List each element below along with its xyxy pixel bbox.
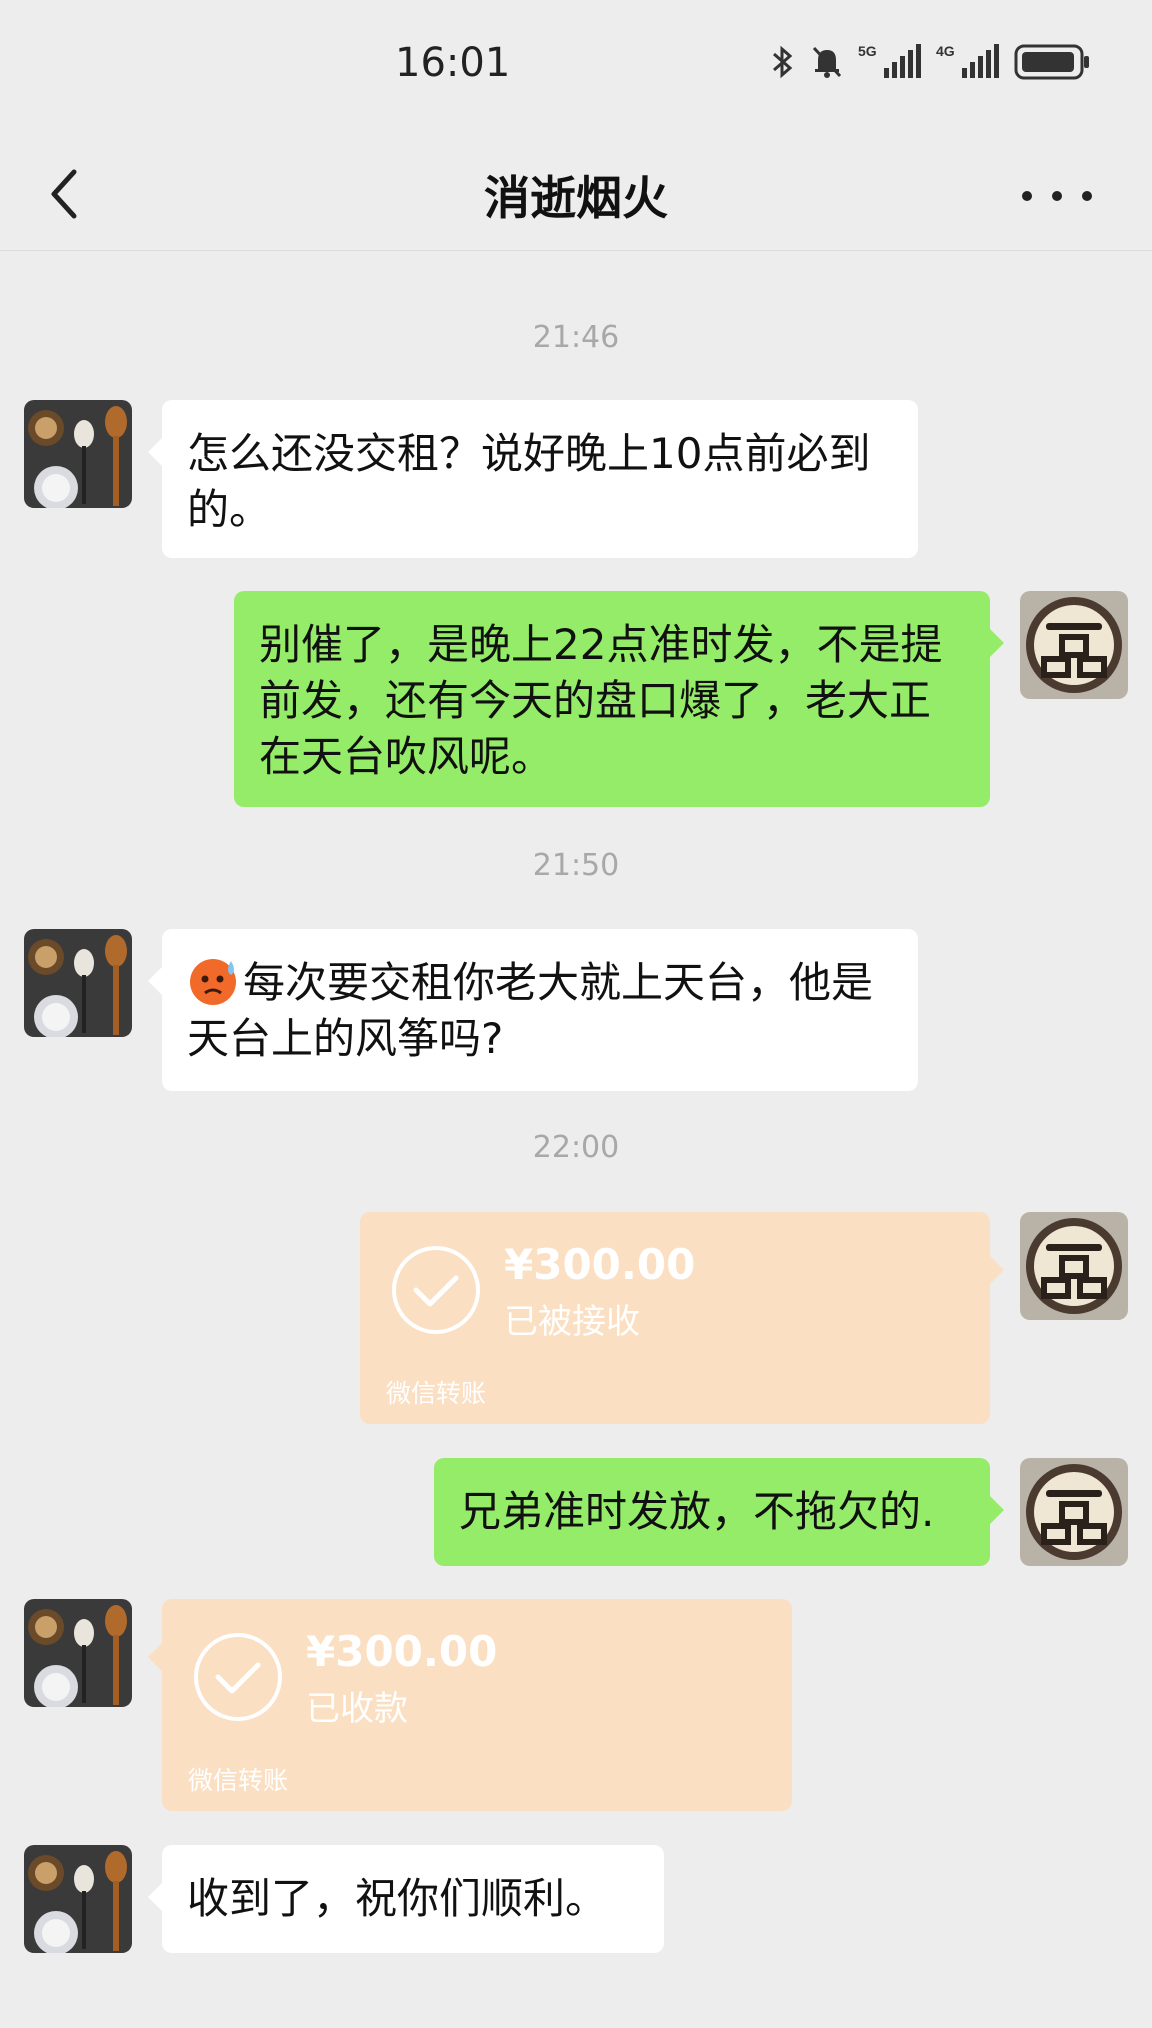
status-bar: 16:01 5G 4G	[0, 0, 1152, 140]
seal-logo-icon	[1020, 1458, 1128, 1566]
message-bubble-incoming[interactable]: 每次要交租你老大就上天台，他是天台上的风筝吗?	[148, 929, 918, 1091]
message-text: 怎么还没交租？说好晚上10点前必到的。	[187, 429, 871, 534]
contact-avatar[interactable]	[24, 1845, 132, 1953]
transfer-label: 微信转账	[188, 1766, 289, 1795]
transfer-amount: ¥300.00	[504, 1240, 696, 1289]
contact-avatar[interactable]	[24, 929, 132, 1037]
message-text: 兄弟准时发放，不拖欠的.	[459, 1487, 935, 1536]
message-bubble-incoming[interactable]: 怎么还没交租？说好晚上10点前必到的。	[148, 400, 918, 558]
my-avatar[interactable]	[1020, 1458, 1128, 1566]
spoons-photo-icon	[24, 929, 132, 1037]
message-text: 收到了，祝你们顺利。	[187, 1874, 608, 1923]
spoons-photo-icon	[24, 1599, 132, 1707]
svg-text:4G: 4G	[936, 43, 955, 59]
timestamp: 22:00	[532, 1130, 620, 1165]
anxious-sweat-face-emoji	[190, 959, 236, 1005]
status-time: 16:01	[395, 40, 511, 86]
chat-title[interactable]: 消逝烟火	[0, 162, 1152, 228]
message-bubble-outgoing[interactable]: 别催了，是晚上22点准时发，不是提前发，还有今天的盘口爆了，老大正在天台吹风呢。	[234, 591, 1004, 807]
seal-logo-icon	[1020, 591, 1128, 699]
battery-icon	[1014, 44, 1089, 80]
signal-4g-icon: 4G	[936, 43, 999, 78]
contact-avatar[interactable]	[24, 400, 132, 508]
my-avatar[interactable]	[1020, 1212, 1128, 1320]
transfer-card-outgoing[interactable]: ¥300.00 已被接收 微信转账	[360, 1212, 1004, 1424]
transfer-label: 微信转账	[386, 1379, 487, 1408]
mute-bell-icon	[812, 46, 842, 78]
my-avatar[interactable]	[1020, 591, 1128, 699]
bluetooth-icon	[773, 45, 793, 79]
contact-avatar[interactable]	[24, 1599, 132, 1707]
message-bubble-incoming[interactable]: 收到了，祝你们顺利。	[148, 1845, 664, 1953]
svg-text:5G: 5G	[858, 43, 877, 59]
spoons-photo-icon	[24, 400, 132, 508]
check-circle-icon	[392, 1246, 480, 1334]
transfer-status: 已被接收	[504, 1302, 640, 1342]
more-dots-icon[interactable]	[1012, 176, 1102, 216]
message-text: 别催了，是晚上22点准时发，不是提前发，还有今天的盘口爆了，老大正在天台吹风呢。	[259, 620, 943, 781]
signal-5g-icon: 5G	[858, 43, 921, 78]
transfer-status: 已收款	[306, 1689, 408, 1729]
spoons-photo-icon	[24, 1845, 132, 1953]
status-icons: 5G 4G	[770, 42, 1092, 82]
check-circle-icon	[194, 1633, 282, 1721]
chat-header: 消逝烟火	[0, 140, 1152, 251]
transfer-card-incoming[interactable]: ¥300.00 已收款 微信转账	[148, 1599, 792, 1811]
message-bubble-outgoing[interactable]: 兄弟准时发放，不拖欠的.	[434, 1458, 1004, 1566]
message-text: 每次要交租你老大就上天台，他是天台上的风筝吗?	[187, 958, 874, 1063]
timestamp: 21:46	[532, 320, 620, 355]
seal-logo-icon	[1020, 1212, 1128, 1320]
transfer-amount: ¥300.00	[306, 1627, 498, 1676]
timestamp: 21:50	[532, 848, 620, 883]
